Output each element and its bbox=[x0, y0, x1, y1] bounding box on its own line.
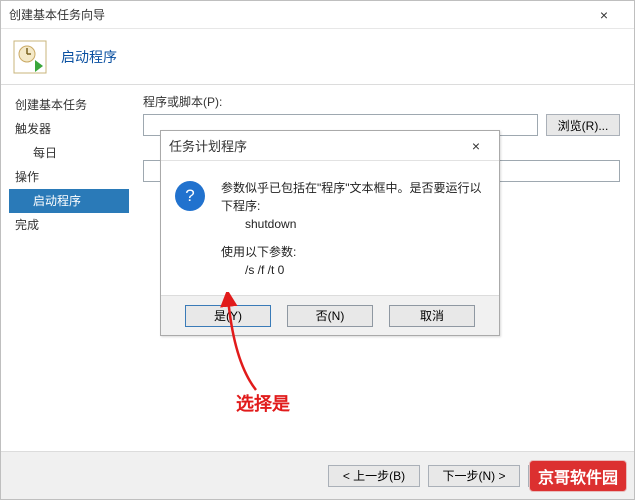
dialog-message: 参数似乎已包括在"程序"文本框中。是否要运行以下程序: shutdown 使用以… bbox=[221, 179, 485, 279]
wizard-close-button[interactable]: × bbox=[582, 7, 626, 23]
sidebar-item-start-program[interactable]: 启动程序 bbox=[9, 189, 129, 213]
dialog-footer: 是(Y) 否(N) 取消 bbox=[161, 295, 499, 335]
sidebar-item-trigger[interactable]: 触发器 bbox=[9, 117, 129, 141]
dialog-title: 任务计划程序 bbox=[169, 136, 461, 155]
wizard-header: 启动程序 bbox=[1, 29, 634, 85]
dialog-cancel-button[interactable]: 取消 bbox=[389, 305, 475, 327]
watermark-badge: 京哥软件园 bbox=[529, 460, 627, 492]
page-title: 启动程序 bbox=[61, 47, 117, 67]
program-script-label: 程序或脚本(P): bbox=[143, 93, 620, 110]
clock-run-icon bbox=[13, 40, 47, 74]
next-button[interactable]: 下一步(N) > bbox=[428, 465, 520, 487]
wizard-title: 创建基本任务向导 bbox=[9, 6, 582, 23]
dialog-line4: /s /f /t 0 bbox=[221, 261, 485, 279]
wizard-titlebar: 创建基本任务向导 × bbox=[1, 1, 634, 29]
dialog-close-button[interactable]: × bbox=[461, 138, 491, 154]
dialog-line2: shutdown bbox=[221, 215, 485, 233]
browse-button[interactable]: 浏览(R)... bbox=[546, 114, 620, 136]
confirm-dialog: 任务计划程序 × ? 参数似乎已包括在"程序"文本框中。是否要运行以下程序: s… bbox=[160, 130, 500, 336]
dialog-line3: 使用以下参数: bbox=[221, 243, 485, 261]
wizard-steps-sidebar: 创建基本任务 触发器 每日 操作 启动程序 完成 bbox=[1, 85, 129, 451]
annotation-label: 选择是 bbox=[236, 390, 290, 416]
dialog-line1: 参数似乎已包括在"程序"文本框中。是否要运行以下程序: bbox=[221, 179, 485, 215]
question-icon: ? bbox=[175, 181, 205, 211]
sidebar-item-action[interactable]: 操作 bbox=[9, 165, 129, 189]
dialog-titlebar: 任务计划程序 × bbox=[161, 131, 499, 161]
back-button[interactable]: < 上一步(B) bbox=[328, 465, 420, 487]
sidebar-item-finish[interactable]: 完成 bbox=[9, 213, 129, 237]
yes-button[interactable]: 是(Y) bbox=[185, 305, 271, 327]
sidebar-item-create-task[interactable]: 创建基本任务 bbox=[9, 93, 129, 117]
no-button[interactable]: 否(N) bbox=[287, 305, 373, 327]
sidebar-item-daily[interactable]: 每日 bbox=[9, 141, 129, 165]
